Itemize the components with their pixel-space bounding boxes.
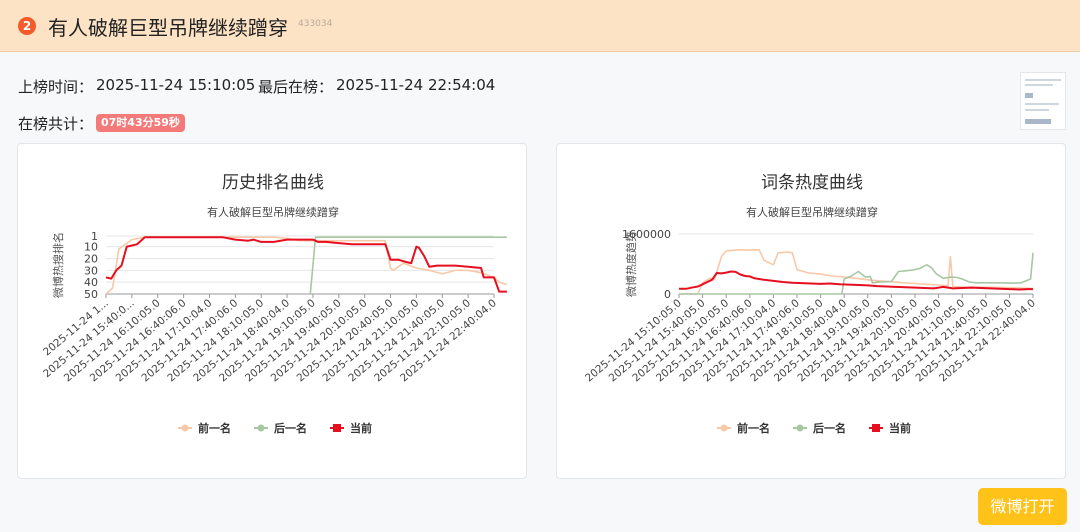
duration-badge: 07时43分59秒 (96, 114, 185, 132)
rank-badge: 2 (18, 17, 36, 35)
header-bar: 2 有人破解巨型吊牌继续蹭穿 433034 (0, 0, 1080, 52)
heat-chart-card: 词条热度曲线 有人破解巨型吊牌继续蹭穿 微博热度趋势 0 1600000 2025-11-… (556, 143, 1066, 479)
on-time-value: 2025-11-24 15:10:05 (96, 76, 256, 94)
series-line-current (105, 236, 507, 293)
last-time-value: 2025-11-24 22:54:04 (336, 76, 496, 94)
y-tick-label: 50 (84, 288, 98, 301)
y-tick-label: 0 (664, 288, 671, 301)
legend-label: 后一名 (274, 421, 307, 435)
legend-label: 当前 (350, 421, 372, 435)
legend-marker (872, 424, 880, 432)
legend-label: 前一名 (737, 421, 770, 435)
chart-title: 词条热度曲线 (761, 173, 863, 193)
page-title: 有人破解巨型吊牌继续蹭穿 (48, 16, 288, 40)
heat-chart: 词条热度曲线有人破解巨型吊牌继续蹭穿微博热度趋势 016000002025-11-… (583, 173, 1038, 435)
legend-marker (796, 424, 804, 432)
legend-label: 前一名 (198, 421, 231, 435)
legend-marker (257, 424, 265, 432)
y-axis-label: 微博热搜排名 (51, 232, 65, 298)
legend-marker (720, 424, 728, 432)
chart-title: 历史排名曲线 (222, 173, 324, 193)
legend-marker (181, 424, 189, 432)
legend-marker (333, 424, 341, 432)
legend-label: 当前 (889, 421, 911, 435)
chart-subtitle: 有人破解巨型吊牌继续蹭穿 (207, 205, 339, 219)
rank-chart-card: 历史排名曲线 有人破解巨型吊牌继续蹭穿 微博热搜排名 1 10 20 30 40 50 2025-… (17, 143, 527, 479)
last-time-label: 最后在榜： (258, 78, 334, 96)
on-time-label: 上榜时间： (18, 78, 94, 96)
total-label: 在榜共计： (18, 115, 94, 133)
open-weibo-button[interactable]: 微博打开 (978, 488, 1067, 525)
chart-subtitle: 有人破解巨型吊牌继续蹭穿 (746, 205, 878, 219)
post-thumbnail[interactable] (1020, 72, 1066, 130)
topic-id: 433034 (298, 19, 333, 29)
legend-label: 后一名 (813, 421, 846, 435)
rank-chart: 历史排名曲线有人破解巨型吊牌继续蹭穿微博热搜排名 110203040502025-… (41, 173, 508, 435)
y-tick-label: 1600000 (622, 228, 671, 241)
